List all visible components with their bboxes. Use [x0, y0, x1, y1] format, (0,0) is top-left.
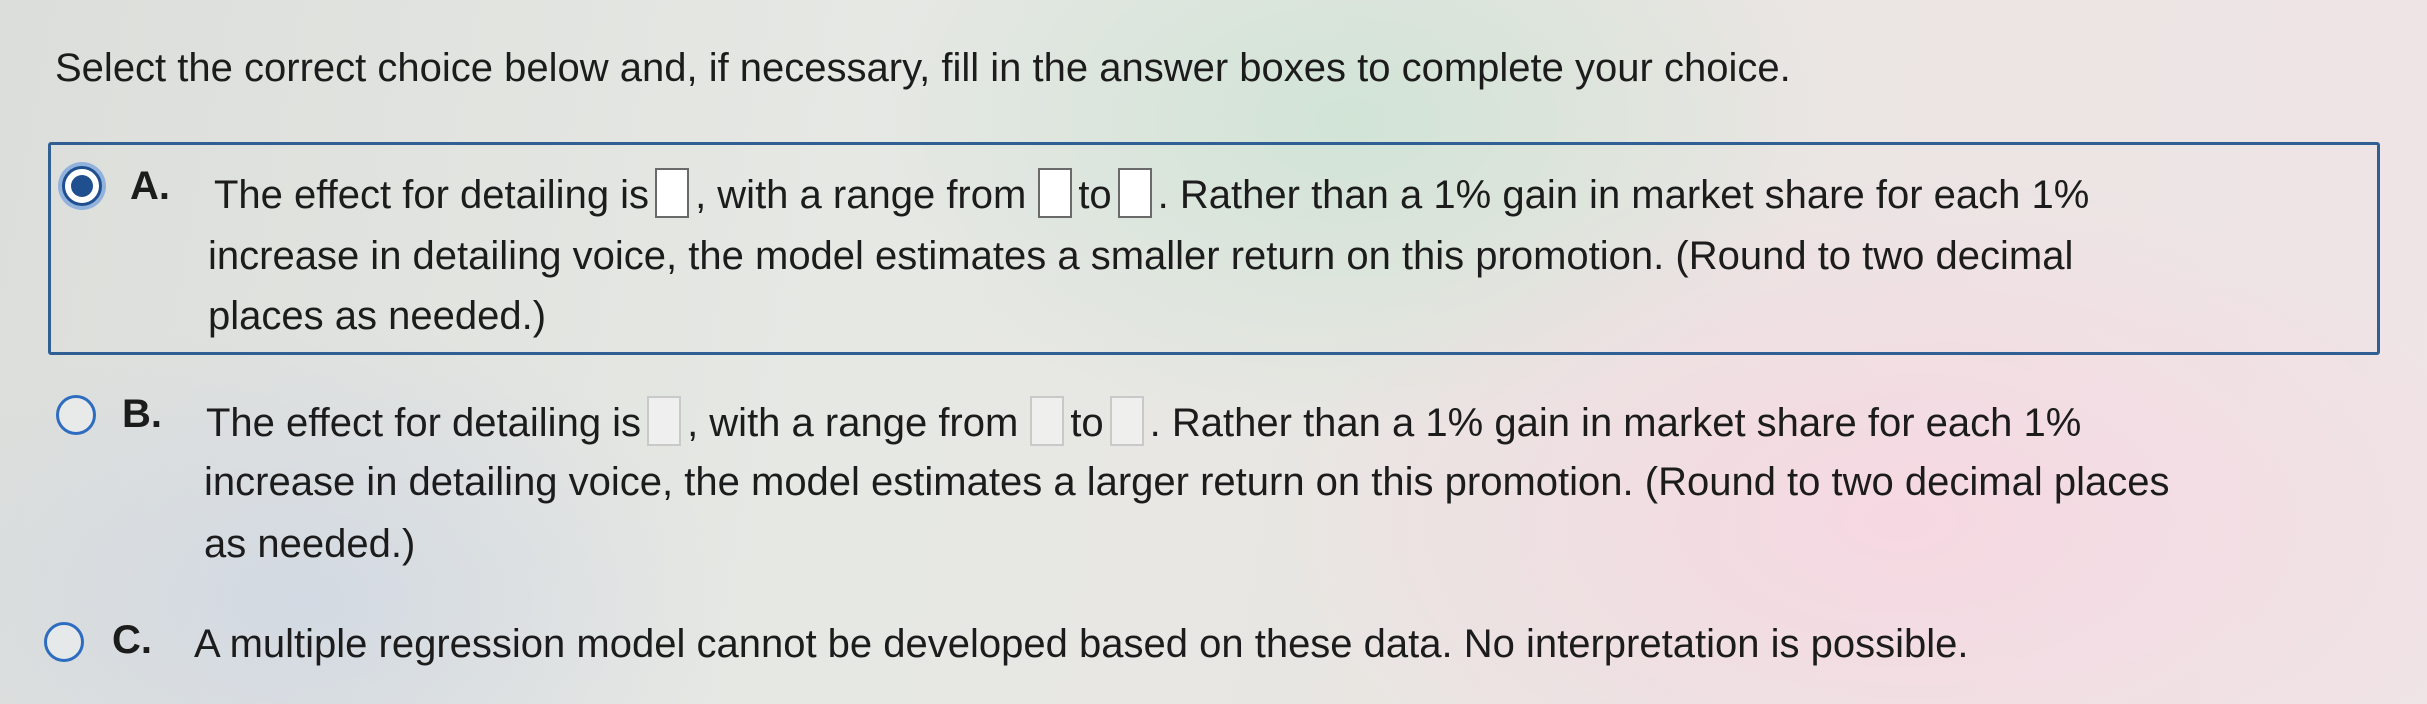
choice-c-radio[interactable] — [44, 622, 84, 662]
choice-b-text-3: to — [1070, 401, 1104, 445]
choice-b-letter: B. — [122, 392, 162, 436]
choice-b-text-1: The effect for detailing is — [206, 401, 642, 445]
choice-b-text-4: . Rather than a 1% gain in market share … — [1149, 401, 2082, 445]
choice-a-text-1: The effect for detailing is — [214, 173, 650, 217]
choice-a-effect-answer-box[interactable] — [655, 168, 690, 218]
choice-b-line-2: increase in detailing voice, the model e… — [204, 460, 2170, 504]
choice-a-line-2: increase in detailing voice, the model e… — [208, 234, 2074, 278]
choice-b-line-3: as needed.) — [204, 522, 416, 566]
choice-c-letter: C. — [112, 618, 152, 662]
choice-a-radio[interactable] — [62, 166, 102, 206]
choice-b-radio[interactable] — [56, 395, 96, 435]
choice-a-text-3: to — [1078, 173, 1112, 217]
choice-b-effect-answer-box[interactable] — [647, 396, 682, 446]
choice-a-text-4: . Rather than a 1% gain in market share … — [1157, 173, 2090, 217]
choice-a-line-3: places as needed.) — [208, 294, 547, 338]
choice-a-text-2: , with a range from — [695, 173, 1027, 217]
choice-b-range-low-answer-box[interactable] — [1030, 396, 1065, 446]
choice-a-letter: A. — [130, 164, 170, 208]
choice-c-line-1: A multiple regression model cannot be de… — [194, 622, 1969, 666]
choice-b-text-2: , with a range from — [687, 401, 1019, 445]
choice-a-line-1[interactable]: The effect for detailing is , with a rang… — [214, 168, 2089, 219]
choice-b-range-high-answer-box[interactable] — [1109, 396, 1144, 446]
question-instruction: Select the correct choice below and, if … — [55, 46, 1791, 90]
radio-selected-dot — [71, 175, 93, 197]
choice-b-line-1[interactable]: The effect for detailing is , with a rang… — [206, 396, 2081, 447]
choice-a-range-low-answer-box[interactable] — [1038, 168, 1073, 218]
choice-a-range-high-answer-box[interactable] — [1117, 168, 1152, 218]
